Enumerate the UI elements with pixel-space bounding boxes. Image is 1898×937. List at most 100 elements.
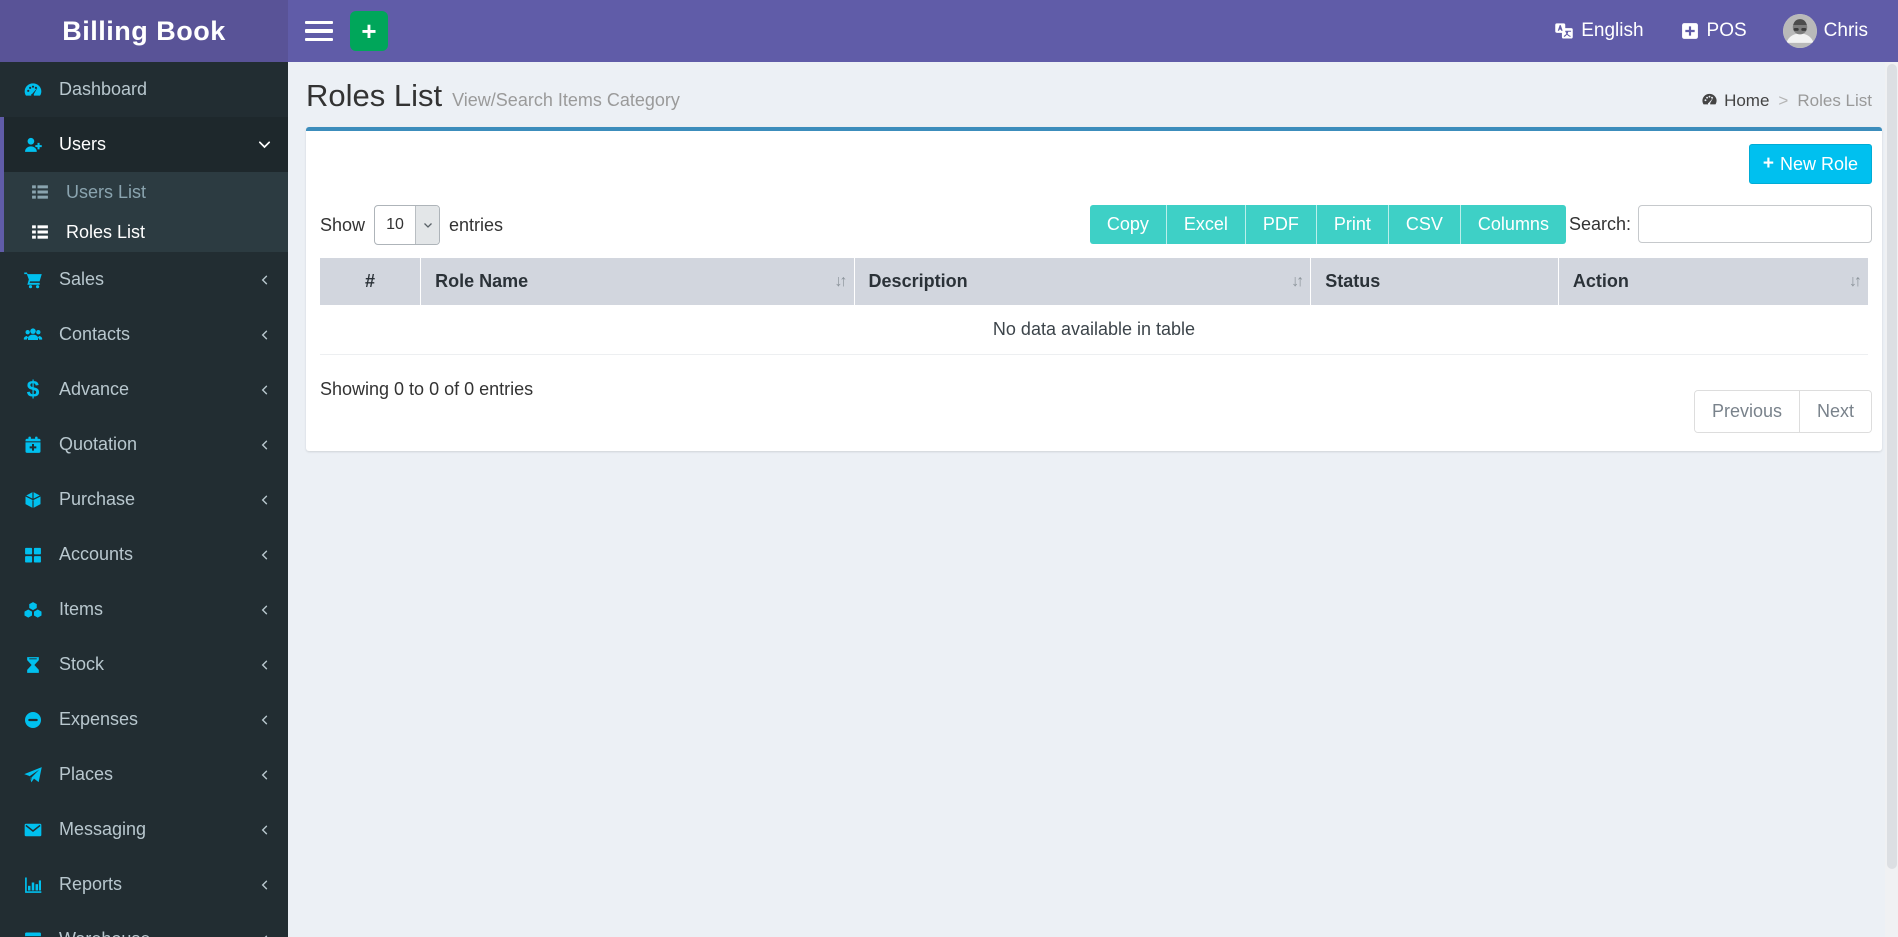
- content-header: Roles List View/Search Items Category Hom…: [288, 62, 1898, 114]
- column-header-action[interactable]: Action ↓↑: [1558, 258, 1868, 305]
- export-csv-button[interactable]: CSV: [1388, 204, 1461, 244]
- chevron-left-icon: [258, 658, 272, 672]
- sidebar-sublink-users-list[interactable]: Users List: [4, 172, 288, 212]
- empty-message: No data available in table: [320, 305, 1868, 355]
- pos-label: POS: [1706, 20, 1747, 41]
- column-header-description[interactable]: Description ↓↑: [854, 258, 1312, 305]
- sidebar-item-label: Items: [59, 599, 104, 619]
- sidebar-item-label: Warehouse: [59, 929, 258, 937]
- sidebar-link-quotation[interactable]: Quotation: [4, 417, 288, 472]
- list-icon: [28, 220, 52, 244]
- sidebar-link-places[interactable]: Places: [4, 747, 288, 802]
- language-menu[interactable]: English: [1554, 20, 1644, 42]
- user-menu[interactable]: Chris: [1782, 14, 1868, 48]
- show-label: Show: [320, 214, 366, 235]
- previous-page-button[interactable]: Previous: [1694, 391, 1800, 432]
- user-plus-icon: [21, 133, 45, 157]
- list-icon: [28, 180, 52, 204]
- minus-circle-icon: [21, 708, 45, 732]
- sidebar-sublink-roles-list[interactable]: Roles List: [4, 212, 288, 252]
- sidebar-link-purchase[interactable]: Purchase: [4, 472, 288, 527]
- sidebar-link-messaging[interactable]: Messaging: [4, 802, 288, 857]
- sidebar-item-purchase: Purchase: [0, 472, 288, 527]
- sidebar-link-items[interactable]: Items: [4, 582, 288, 637]
- export-print-button[interactable]: Print: [1316, 204, 1389, 244]
- pos-button[interactable]: POS: [1680, 20, 1747, 42]
- sidebar-item-stock: Stock: [0, 637, 288, 692]
- brand-text: Billing Book: [62, 15, 226, 46]
- sidebar-link-accounts[interactable]: Accounts: [4, 527, 288, 582]
- table-icon: [21, 928, 45, 937]
- sort-icon: ↓↑: [1849, 272, 1862, 290]
- export-columns-button[interactable]: Columns: [1460, 204, 1566, 244]
- language-label: English: [1581, 20, 1644, 41]
- sort-icon: ↓↑: [834, 272, 848, 290]
- sidebar-item-contacts: Contacts: [0, 307, 288, 362]
- chevron-left-icon: [258, 493, 272, 507]
- export-copy-button[interactable]: Copy: [1089, 204, 1167, 244]
- sidebar-menu: Dashboard Users Users List Roles List Sales C…: [0, 62, 288, 937]
- brand-logo[interactable]: Billing Book: [0, 0, 288, 62]
- sidebar-item-items: Items: [0, 582, 288, 637]
- export-pdf-button[interactable]: PDF: [1245, 204, 1317, 244]
- chevron-left-icon: [258, 438, 272, 452]
- scrollbar-thumb[interactable]: [1886, 64, 1897, 869]
- entries-label: entries: [449, 214, 504, 235]
- breadcrumb-home[interactable]: Home: [1701, 91, 1769, 111]
- sidebar-link-expenses[interactable]: Expenses: [4, 692, 288, 747]
- roles-card: + New Role Show 10 entries Copy Excel PDF P…: [306, 127, 1882, 451]
- send-icon: [21, 763, 45, 787]
- language-icon: [1554, 21, 1574, 41]
- quick-add-button[interactable]: +: [350, 11, 388, 51]
- table-controls: Show 10 entries Copy Excel PDF Print CSV Colu…: [316, 203, 1872, 245]
- sidebar-link-users[interactable]: Users: [4, 117, 288, 172]
- sidebar-item-dashboard: Dashboard: [0, 62, 288, 117]
- sidebar-link-stock[interactable]: Stock: [4, 637, 288, 692]
- export-excel-button[interactable]: Excel: [1166, 204, 1246, 244]
- sidebar-link-contacts[interactable]: Contacts: [4, 307, 288, 362]
- dollar-icon: $: [26, 376, 40, 402]
- sidebar-link-dashboard[interactable]: Dashboard: [4, 62, 288, 117]
- table-info: Showing 0 to 0 of 0 entries: [320, 379, 534, 399]
- page-length-control: Show 10 entries: [320, 205, 503, 245]
- sidebar-item-label: Users: [59, 134, 107, 154]
- page-length-select[interactable]: 10: [374, 205, 441, 245]
- column-header-role-name[interactable]: Role Name ↓↑: [420, 258, 855, 305]
- column-header-status[interactable]: Status: [1310, 258, 1559, 305]
- next-page-button[interactable]: Next: [1799, 391, 1871, 432]
- sidebar-toggle-button[interactable]: [305, 21, 333, 41]
- chevron-left-icon: [258, 273, 272, 287]
- column-label: Status: [1325, 271, 1381, 291]
- sidebar-link-reports[interactable]: Reports: [4, 857, 288, 912]
- column-label: #: [365, 271, 376, 291]
- sidebar-link-sales[interactable]: Sales: [4, 252, 288, 307]
- grid-icon: [21, 543, 45, 567]
- sidebar-link-advance[interactable]: $ Advance: [4, 362, 288, 417]
- top-navbar: Billing Book + English POS Chris: [0, 0, 1898, 62]
- scrollbar[interactable]: [1885, 62, 1898, 937]
- search-input[interactable]: [1638, 205, 1872, 243]
- sidebar-item-reports: Reports: [0, 857, 288, 912]
- column-header-index[interactable]: #: [320, 258, 422, 305]
- calendar-plus-icon: [21, 433, 45, 457]
- sidebar-item-users: Users Users List Roles List: [0, 117, 288, 252]
- chevron-left-icon: [258, 548, 272, 562]
- sidebar: Dashboard Users Users List Roles List Sales C…: [0, 62, 288, 937]
- sidebar-subitem-label: Users List: [66, 181, 147, 202]
- column-label: Action: [1572, 271, 1629, 291]
- sidebar-subitem-users-list: Users List: [4, 172, 288, 212]
- sidebar-item-label: Purchase: [59, 489, 136, 509]
- export-buttons: Copy Excel PDF Print CSV Columns: [1089, 204, 1566, 244]
- sidebar-subitem-label: Roles List: [66, 221, 146, 242]
- new-role-button[interactable]: + New Role: [1748, 144, 1872, 184]
- sidebar-item-label: Reports: [59, 874, 123, 894]
- chevron-left-icon: [258, 383, 272, 397]
- chevron-left-icon: [258, 933, 272, 937]
- sidebar-link-warehouse[interactable]: Warehouse: [4, 912, 288, 937]
- cubes-icon: [21, 598, 45, 622]
- sort-icon: ↓↑: [1291, 272, 1304, 290]
- sidebar-item-places: Places: [0, 747, 288, 802]
- sidebar-item-warehouse: Warehouse: [0, 912, 288, 937]
- table-empty-row: No data available in table: [320, 305, 1868, 355]
- sidebar-item-sales: Sales: [0, 252, 288, 307]
